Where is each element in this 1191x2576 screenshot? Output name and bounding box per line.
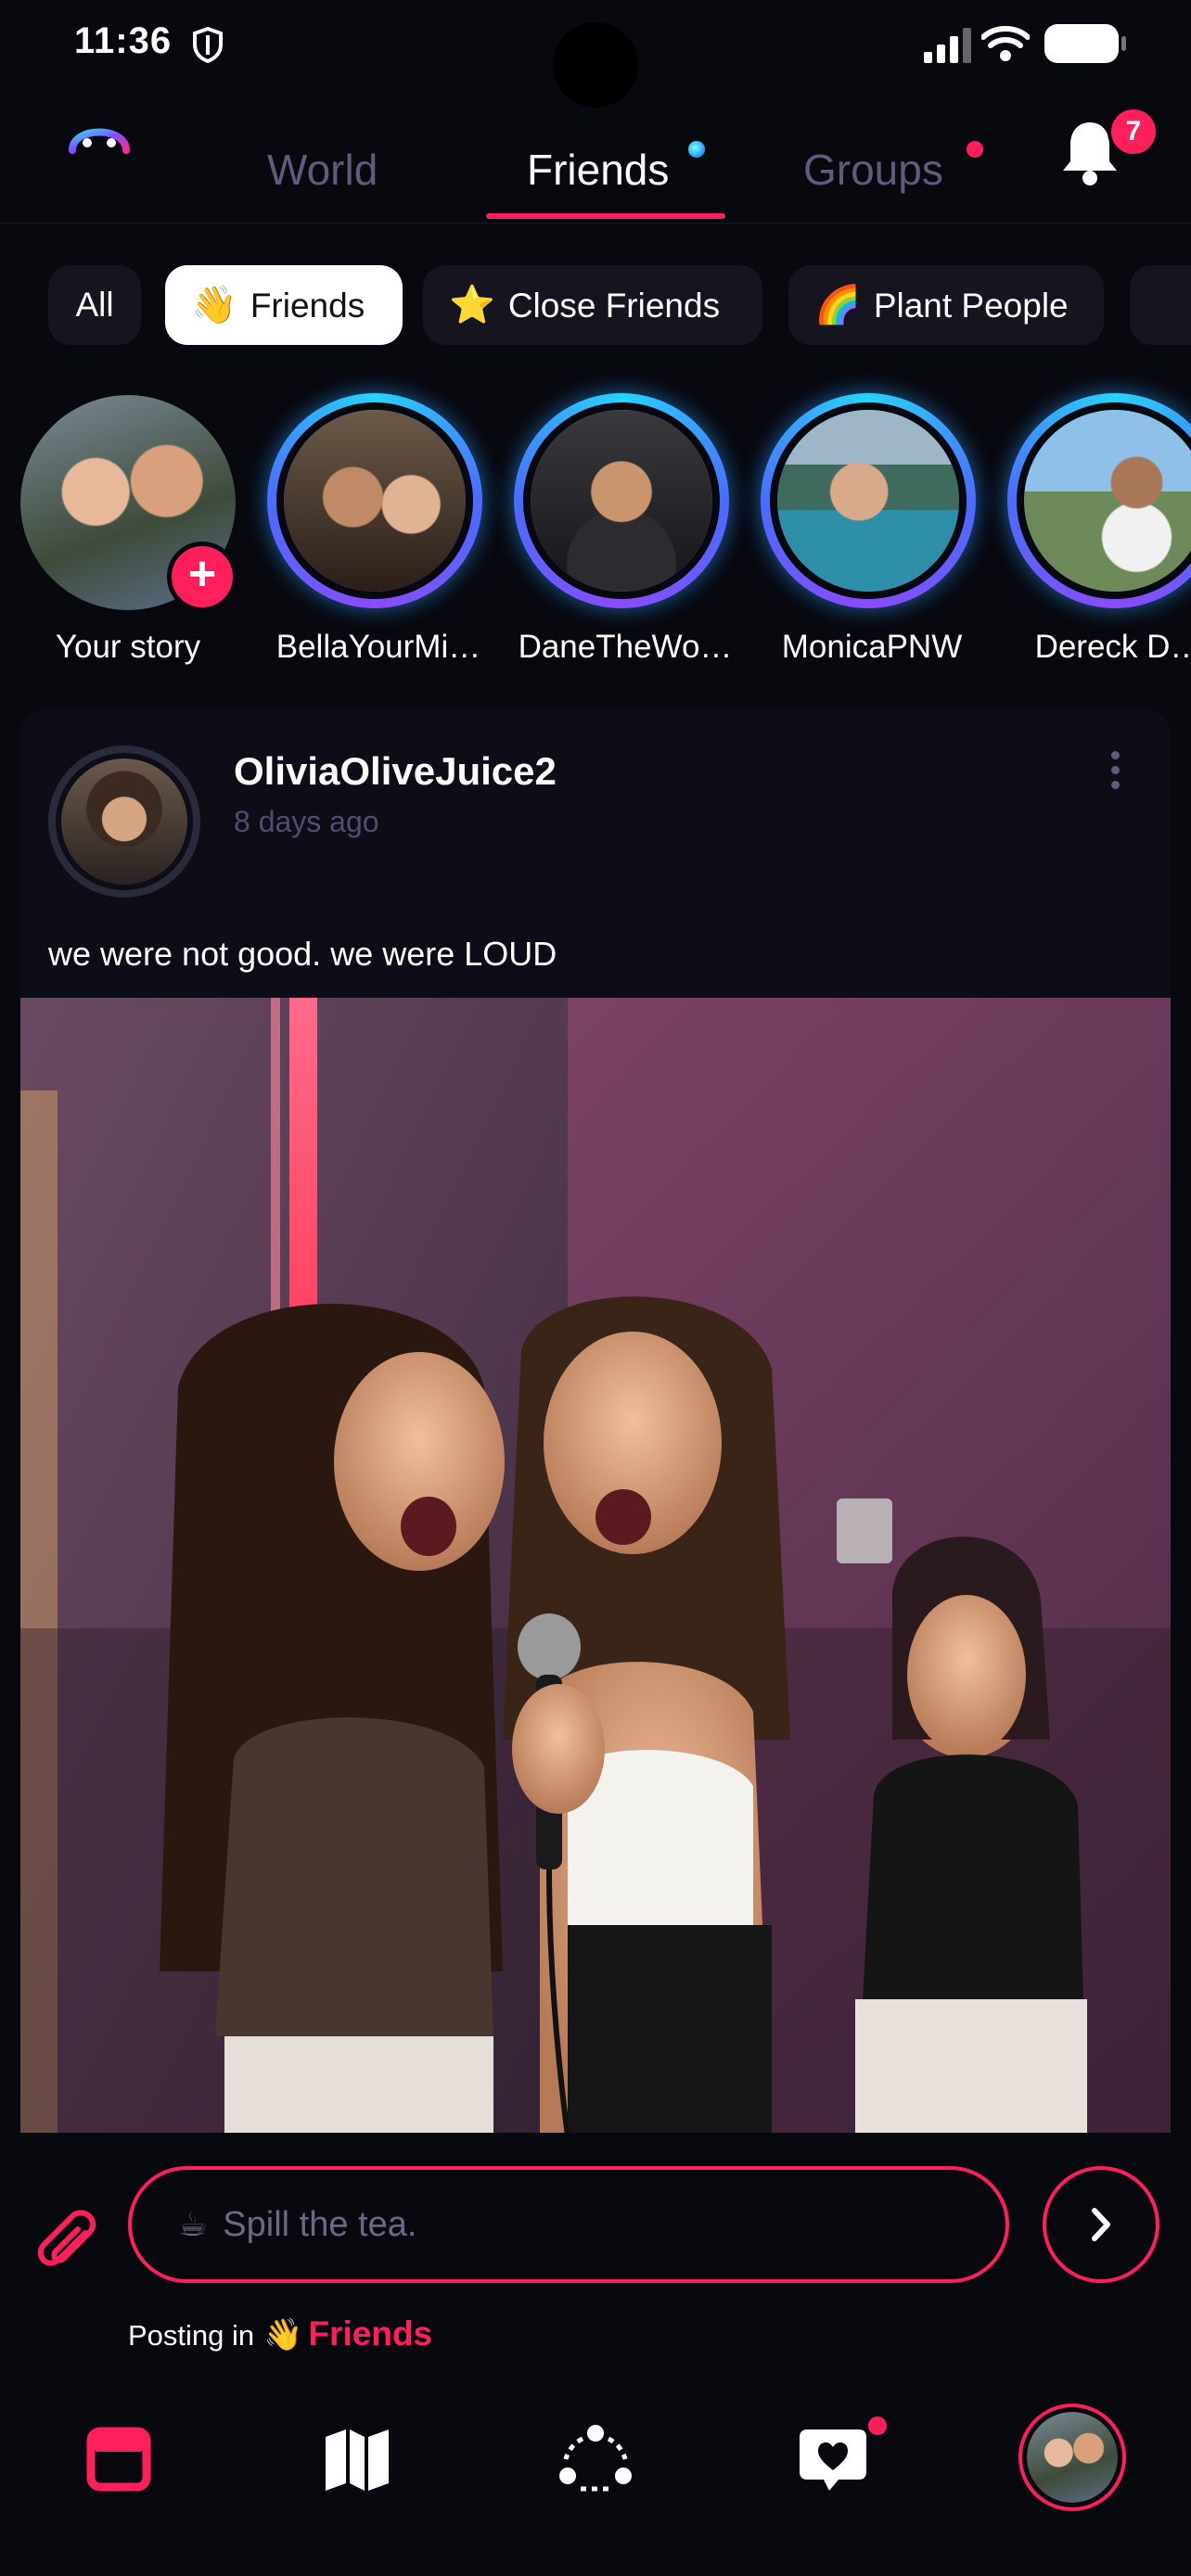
chip-all[interactable]: All xyxy=(48,265,141,345)
story-name: BellaYourMi… xyxy=(275,629,481,665)
chip-label: Close Friends xyxy=(507,287,721,325)
send-button[interactable] xyxy=(1043,2166,1159,2283)
story-name: DaneTheWo… xyxy=(518,629,733,665)
posting-group-name[interactable]: Friends xyxy=(308,2315,432,2353)
story-ring xyxy=(514,393,729,608)
story-ring xyxy=(1007,393,1191,608)
post-author-avatar[interactable] xyxy=(48,746,200,898)
chip-friends[interactable]: 👋 Friends xyxy=(165,265,403,345)
logo-icon[interactable] xyxy=(59,108,139,187)
chip-label: Plant People xyxy=(873,287,1069,325)
status-time: 11:36 xyxy=(74,20,173,61)
wave-icon: 👋 xyxy=(191,285,237,325)
shield-icon xyxy=(193,26,223,63)
map-icon[interactable] xyxy=(320,2422,394,2496)
story-ring xyxy=(267,393,482,608)
battery-icon xyxy=(1044,24,1126,63)
top-navigation: World Friends Groups 7 xyxy=(0,89,1191,224)
chip-label: Friends xyxy=(250,287,365,325)
audience-filter-chips: All 👋 Friends ⭐ Close Friends 🌈 Plant Peopl… xyxy=(0,265,1191,354)
chip-label: All xyxy=(75,286,114,324)
posting-in-indicator: Posting in 👋 Friends xyxy=(128,2315,432,2353)
people-icon[interactable] xyxy=(558,2422,633,2496)
profile-avatar[interactable] xyxy=(1018,2404,1126,2511)
wifi-icon xyxy=(981,26,1030,61)
chip-close-friends[interactable]: ⭐ Close Friends xyxy=(423,265,762,345)
story-name: Your story xyxy=(55,629,201,665)
more-vertical-icon[interactable] xyxy=(1106,751,1124,797)
posting-in-label: Posting in xyxy=(128,2319,255,2352)
post-card: OliviaOliveJuice2 8 days ago we were not… xyxy=(20,708,1171,2136)
chat-heart-icon[interactable] xyxy=(796,2422,870,2496)
post-caption: we were not good. we were LOUD xyxy=(48,935,557,973)
story-name: Dereck D… xyxy=(1034,629,1191,665)
post-author-name[interactable]: OliviaOliveJuice2 xyxy=(234,749,557,794)
active-tab-underline xyxy=(486,213,725,219)
bottom-navigation xyxy=(0,2385,1191,2533)
post-photo[interactable] xyxy=(20,998,1171,2136)
story-name: MonicaPNW xyxy=(781,629,963,665)
tab-world[interactable]: World xyxy=(267,145,378,195)
feed-icon[interactable] xyxy=(82,2422,156,2496)
comment-input[interactable]: ☕ Spill the tea. xyxy=(128,2166,1009,2283)
chip-plant-people[interactable]: 🌈 Plant People xyxy=(788,265,1104,345)
star-icon: ⭐ xyxy=(449,285,495,325)
paperclip-icon[interactable] xyxy=(30,2200,102,2272)
add-story-plus-icon[interactable]: + xyxy=(167,542,237,612)
status-bar: 11:36 xyxy=(0,0,1191,108)
chevron-right-icon xyxy=(1092,2208,1110,2241)
tab-groups-indicator-dot xyxy=(967,141,983,158)
post-timestamp: 8 days ago xyxy=(234,805,379,838)
comment-input-placeholder: Spill the tea. xyxy=(223,2205,417,2244)
chat-unread-dot xyxy=(868,2417,887,2435)
notification-badge: 7 xyxy=(1108,106,1159,158)
tab-friends-indicator-dot xyxy=(688,141,705,158)
wave-icon: 👋 xyxy=(263,2317,303,2353)
signal-icon xyxy=(924,28,971,63)
stories-row: + Your story BellaYourMi… DaneTheWo… Mon… xyxy=(0,393,1191,681)
tea-icon: ☕ xyxy=(178,2205,209,2243)
rainbow-icon: 🌈 xyxy=(814,285,861,325)
tab-friends[interactable]: Friends xyxy=(527,145,669,195)
karaoke-photo-illustration xyxy=(20,998,1171,2136)
tab-groups[interactable]: Groups xyxy=(803,145,943,195)
story-ring xyxy=(761,393,976,608)
chip-more[interactable] xyxy=(1130,265,1191,345)
